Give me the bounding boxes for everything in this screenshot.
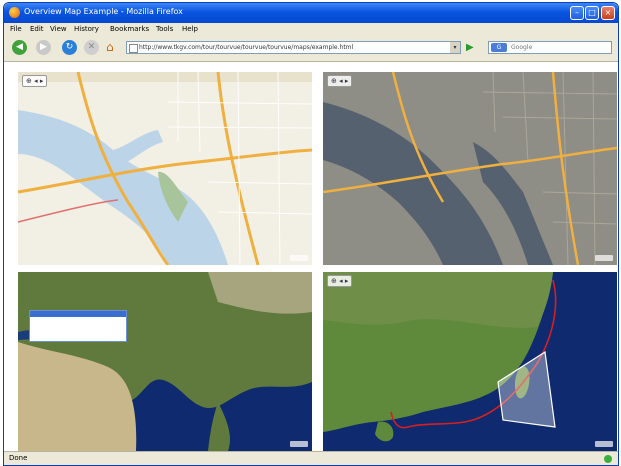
- url-input[interactable]: [139, 42, 439, 53]
- satellite-route-map[interactable]: ⊕ ◂ ▸: [323, 272, 617, 451]
- window-title: Overview Map Example - Mozilla Firefox: [24, 7, 183, 16]
- page-content: ⊕ ◂ ▸ ⊕ ◂ ▸ ⊕ ◂ ▸: [4, 62, 618, 451]
- status-text: Done: [9, 454, 28, 462]
- back-icon[interactable]: ◀: [12, 40, 27, 55]
- info-window-header: [30, 311, 126, 317]
- menu-file[interactable]: File: [10, 25, 22, 33]
- satellite-overview-map[interactable]: [18, 272, 312, 451]
- map-provider-logo: [290, 255, 308, 261]
- aerial-map-tiles: [323, 72, 617, 265]
- map-provider-logo: [595, 441, 613, 447]
- forward-icon[interactable]: ▶: [36, 40, 51, 55]
- satellite-route-tiles: [323, 272, 617, 451]
- url-dropdown-icon[interactable]: ▾: [450, 42, 460, 53]
- map-zoom-control[interactable]: ⊕ ◂ ▸: [327, 75, 353, 87]
- browser-window: Overview Map Example - Mozilla Firefox –…: [3, 2, 619, 466]
- go-icon[interactable]: ▶: [466, 41, 479, 54]
- search-engine-icon[interactable]: G: [491, 43, 507, 52]
- menu-tools[interactable]: Tools: [156, 25, 173, 33]
- info-window: [29, 310, 127, 342]
- stop-icon[interactable]: ✕: [84, 40, 99, 55]
- title-bar[interactable]: Overview Map Example - Mozilla Firefox –…: [4, 3, 618, 23]
- address-bar[interactable]: ▾: [126, 41, 461, 54]
- close-icon[interactable]: ×: [601, 6, 615, 20]
- aerial-map[interactable]: ⊕ ◂ ▸: [323, 72, 617, 265]
- page-icon: [129, 44, 138, 53]
- status-icon: [604, 455, 612, 463]
- firefox-icon: [9, 7, 20, 18]
- map-provider-logo: [595, 255, 613, 261]
- reload-icon[interactable]: ↻: [62, 40, 77, 55]
- search-input[interactable]: [511, 42, 607, 53]
- road-map[interactable]: ⊕ ◂ ▸: [18, 72, 312, 265]
- menu-edit[interactable]: Edit: [30, 25, 44, 33]
- menu-view[interactable]: View: [50, 25, 67, 33]
- home-icon[interactable]: ⌂: [106, 40, 120, 54]
- maximize-icon[interactable]: □: [585, 6, 599, 20]
- menu-bookmarks[interactable]: Bookmarks: [110, 25, 149, 33]
- map-zoom-control[interactable]: ⊕ ◂ ▸: [327, 275, 353, 287]
- search-box[interactable]: G: [488, 41, 612, 54]
- navigation-toolbar: ◀ ▶ ↻ ✕ ⌂ ▾ ▶ G: [4, 36, 618, 62]
- menu-help[interactable]: Help: [182, 25, 198, 33]
- menu-history[interactable]: History: [74, 25, 99, 33]
- satellite-map-tiles: [18, 272, 312, 451]
- road-map-tiles: [18, 72, 312, 265]
- map-zoom-control[interactable]: ⊕ ◂ ▸: [22, 75, 48, 87]
- map-provider-logo: [290, 441, 308, 447]
- menu-bar: File Edit View History Bookmarks Tools H…: [4, 23, 618, 36]
- minimize-icon[interactable]: –: [570, 6, 584, 20]
- status-bar: Done: [4, 451, 618, 465]
